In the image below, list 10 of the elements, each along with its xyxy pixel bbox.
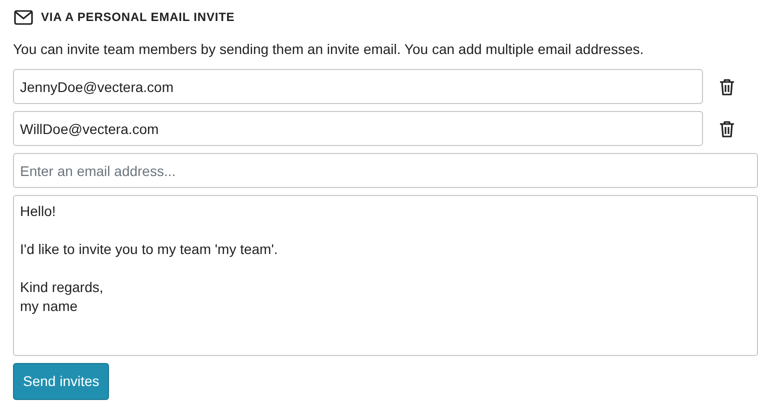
trash-icon (719, 120, 735, 138)
email-field[interactable]: Enter an email address... (13, 153, 758, 188)
trash-icon (719, 78, 735, 96)
email-field[interactable]: WillDoe@vectera.com (13, 111, 703, 146)
send-button[interactable]: Send invites (13, 363, 110, 400)
envelope-icon (14, 10, 33, 24)
description: You can invite team members by sending them an invite email. You can add multiple email addresses. (13, 40, 645, 59)
message-field[interactable]: Hello! I'd like to invite you to my team 'my team'. Kind regards, my name (13, 195, 758, 356)
email-field[interactable]: JennyDoe@vectera.com (13, 69, 703, 104)
section-title: VIA A PERSONAL EMAIL INVITE (41, 9, 235, 26)
